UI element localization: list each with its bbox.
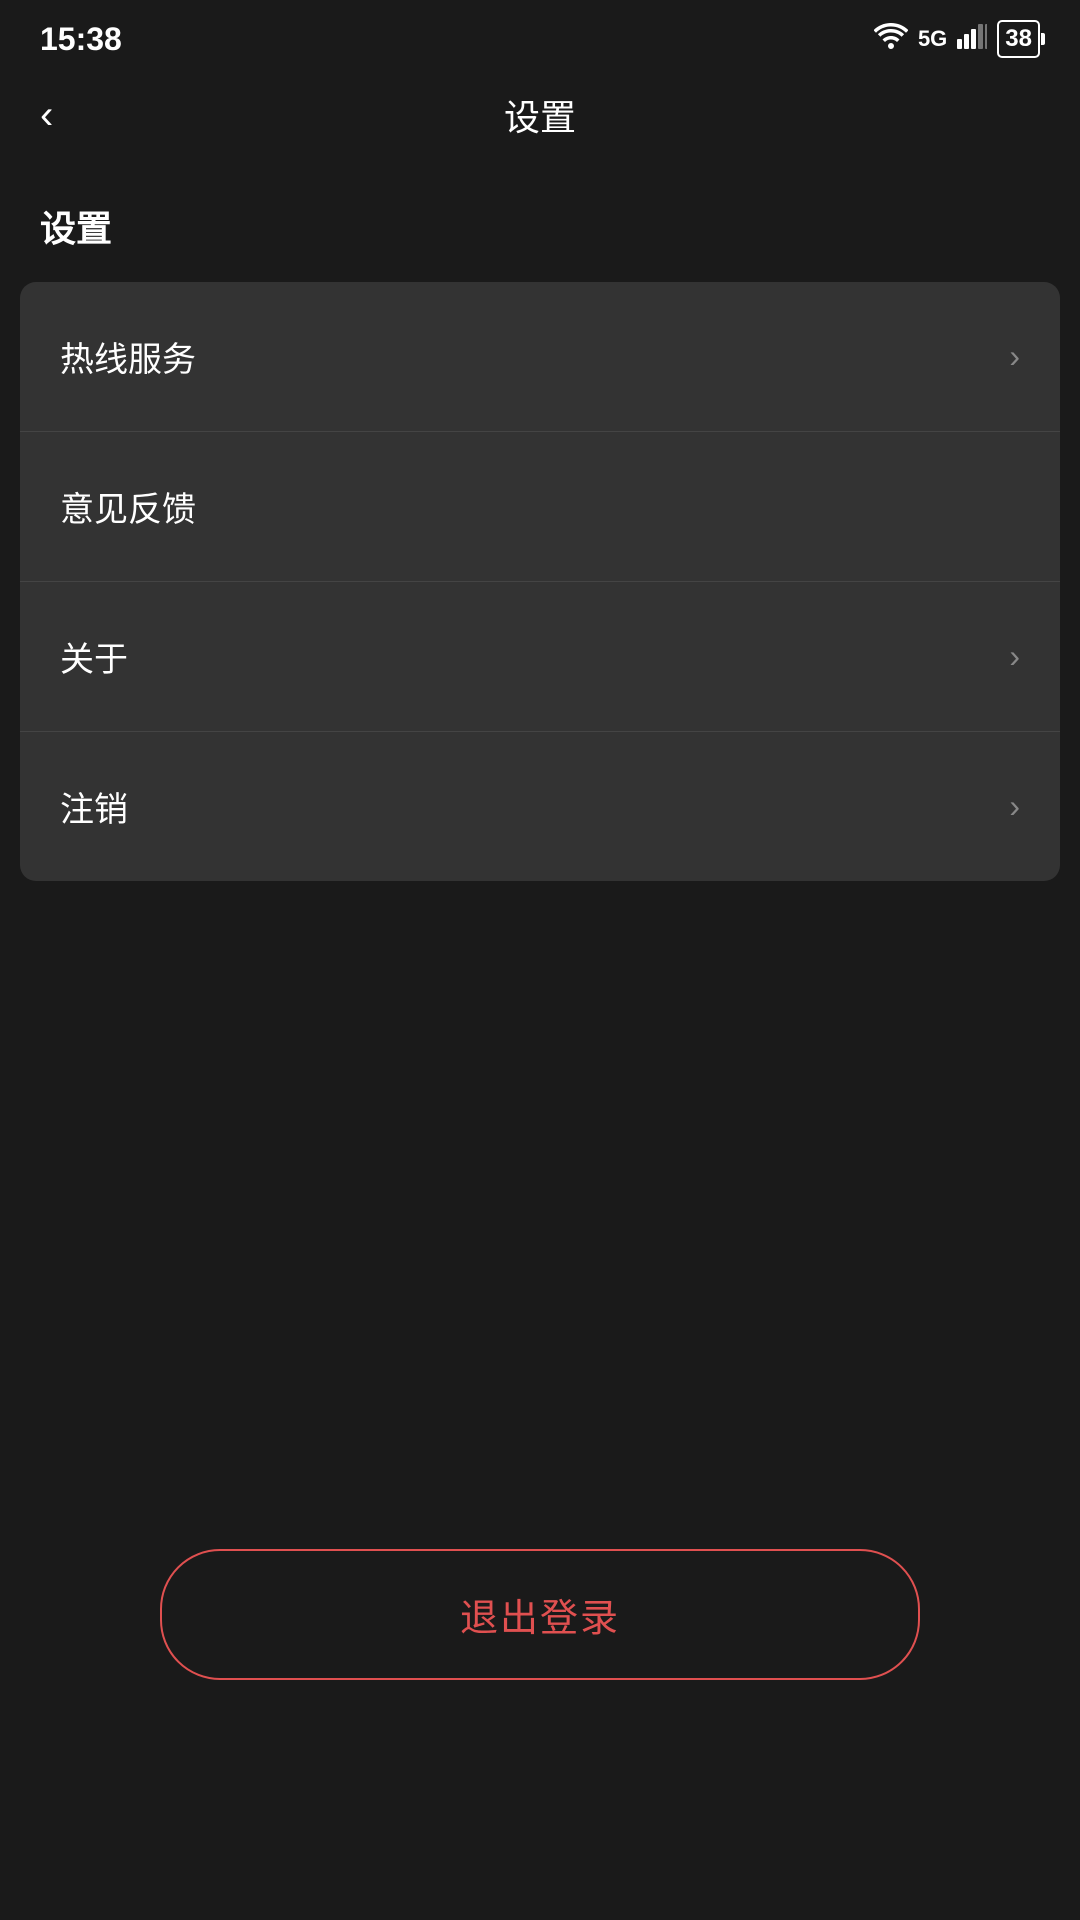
battery-level: 38 — [1005, 25, 1032, 53]
settings-item-hotline[interactable]: 热线服务 › — [20, 282, 1060, 432]
section-title: 设置 — [0, 200, 1080, 282]
status-time: 15:38 — [40, 21, 122, 58]
settings-item-feedback-label: 意见反馈 — [60, 482, 196, 531]
settings-item-hotline-label: 热线服务 — [60, 332, 196, 381]
settings-item-about-label: 关于 — [60, 632, 128, 681]
chevron-right-icon-about: › — [1009, 638, 1020, 675]
settings-item-about[interactable]: 关于 › — [20, 582, 1060, 732]
chevron-right-icon-cancel: › — [1009, 788, 1020, 825]
page-content: 设置 热线服务 › 意见反馈 关于 › 注销 › — [0, 160, 1080, 921]
settings-item-cancel[interactable]: 注销 › — [20, 732, 1060, 881]
back-button[interactable]: ‹ — [40, 95, 53, 135]
settings-list: 热线服务 › 意见反馈 关于 › 注销 › — [20, 282, 1060, 881]
logout-button-container: 退出登录 — [0, 1549, 1080, 1680]
status-icons: 5G 38 — [874, 20, 1040, 58]
page-title: 设置 — [504, 89, 576, 141]
wifi-icon — [874, 23, 908, 56]
status-bar: 15:38 5G 38 — [0, 0, 1080, 70]
battery-container: 38 — [997, 20, 1040, 58]
battery-nub — [1041, 33, 1045, 45]
nav-bar: ‹ 设置 — [0, 70, 1080, 160]
settings-item-feedback[interactable]: 意见反馈 — [20, 432, 1060, 582]
logout-button[interactable]: 退出登录 — [160, 1549, 920, 1680]
chevron-right-icon-hotline: › — [1009, 338, 1020, 375]
signal-5g-label: 5G — [918, 26, 947, 52]
settings-item-cancel-label: 注销 — [60, 782, 128, 831]
signal-bars-icon — [957, 23, 987, 56]
